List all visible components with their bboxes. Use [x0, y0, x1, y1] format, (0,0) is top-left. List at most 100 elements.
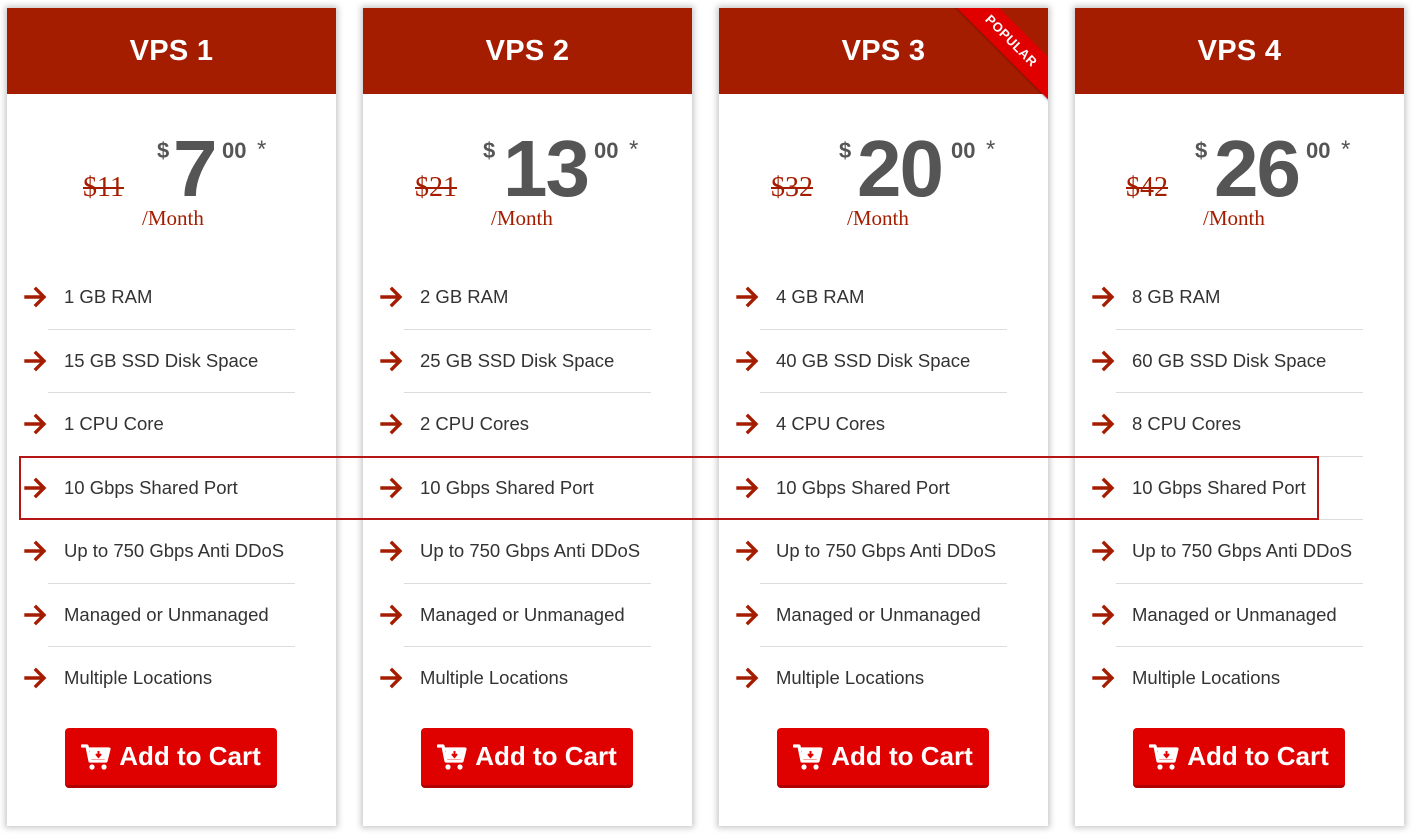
feature-label: Multiple Locations: [420, 667, 569, 688]
price-cents: 00: [1306, 138, 1331, 163]
arrow-right-icon: [736, 477, 760, 499]
price-cents: 00: [594, 138, 619, 163]
plan-card-vps-4: VPS 4 $42 $ 26 00 * /Month 8 GB RAM 60 G…: [1075, 8, 1404, 826]
feature-label: 25 GB SSD Disk Space: [420, 349, 615, 371]
feature-item: Up to 750 Gbps Anti DDoS: [719, 520, 1048, 584]
arrow-right-icon: [380, 604, 404, 626]
price-period: /Month: [491, 206, 553, 230]
old-price: $11: [83, 172, 124, 203]
plan-card-vps-2: VPS 2 $21 $ 13 00 * /Month 2 GB RAM 25 G…: [363, 8, 692, 826]
arrow-right-icon: [736, 286, 760, 308]
feature-item: Up to 750 Gbps Anti DDoS: [1075, 520, 1404, 584]
feature-item: 60 GB SSD Disk Space: [1075, 330, 1404, 393]
feature-item: 40 GB SSD Disk Space: [719, 330, 1048, 393]
price-amount: 7: [173, 124, 217, 213]
feature-item: Multiple Locations: [719, 647, 1048, 711]
feature-list: 4 GB RAM 40 GB SSD Disk Space 4 CPU Core…: [719, 266, 1048, 711]
add-to-cart-label: Add to Cart: [119, 741, 261, 771]
old-price: $42: [1126, 172, 1168, 203]
feature-item: 10 Gbps Shared Port: [1075, 457, 1404, 520]
arrow-right-icon: [24, 540, 48, 562]
feature-label: Up to 750 Gbps Anti DDoS: [420, 540, 641, 561]
plan-name: VPS 3: [841, 34, 926, 67]
add-to-cart-label: Add to Cart: [831, 741, 973, 771]
feature-label: 1 GB RAM: [64, 286, 153, 307]
price-asterisk: *: [629, 136, 639, 163]
arrow-right-icon: [736, 540, 760, 562]
price-amount: 13: [503, 124, 590, 213]
arrow-right-icon: [736, 667, 760, 689]
plan-name: VPS 1: [129, 34, 214, 67]
feature-label: 8 GB RAM: [1132, 286, 1221, 307]
feature-item: 1 GB RAM: [7, 266, 336, 330]
price-period: /Month: [847, 206, 909, 230]
feature-label: Multiple Locations: [1132, 667, 1281, 688]
feature-label: Up to 750 Gbps Anti DDoS: [776, 540, 997, 561]
feature-label: 60 GB SSD Disk Space: [1132, 349, 1327, 371]
arrow-right-icon: [736, 413, 760, 435]
arrow-right-icon: [736, 350, 760, 372]
feature-label: 10 Gbps Shared Port: [776, 476, 950, 498]
price-block: $21 $ 13 00 * /Month: [363, 94, 692, 266]
feature-item: 10 Gbps Shared Port: [719, 457, 1048, 520]
feature-label: 10 Gbps Shared Port: [64, 476, 238, 498]
plan-header: VPS 2: [363, 8, 692, 94]
add-to-cart-button[interactable]: Add to Cart: [65, 728, 277, 788]
feature-item: Multiple Locations: [7, 647, 336, 711]
add-to-cart-button[interactable]: Add to Cart: [1133, 728, 1345, 788]
cart-plus-icon: [81, 743, 111, 771]
feature-label: 15 GB SSD Disk Space: [64, 349, 259, 371]
arrow-right-icon: [24, 286, 48, 308]
price-block: $11 $ 7 00 * /Month: [7, 94, 336, 266]
feature-label: 10 Gbps Shared Port: [420, 476, 594, 498]
feature-label: Up to 750 Gbps Anti DDoS: [64, 540, 285, 561]
feature-item: 25 GB SSD Disk Space: [363, 330, 692, 393]
arrow-right-icon: [1092, 604, 1116, 626]
add-to-cart-label: Add to Cart: [1187, 741, 1329, 771]
feature-item: 1 CPU Core: [7, 393, 336, 457]
price-block: $42 $ 26 00 * /Month: [1075, 94, 1404, 266]
feature-label: 8 CPU Cores: [1132, 413, 1241, 434]
feature-label: Up to 750 Gbps Anti DDoS: [1132, 540, 1353, 561]
arrow-right-icon: [380, 540, 404, 562]
currency-symbol: $: [839, 138, 852, 163]
feature-label: Managed or Unmanaged: [776, 603, 981, 625]
price-asterisk: *: [986, 136, 996, 163]
add-to-cart-button[interactable]: Add to Cart: [421, 728, 633, 788]
old-price: $32: [771, 172, 813, 203]
arrow-right-icon: [1092, 350, 1116, 372]
feature-item: Up to 750 Gbps Anti DDoS: [363, 520, 692, 584]
feature-list: 8 GB RAM 60 GB SSD Disk Space 8 CPU Core…: [1075, 266, 1404, 711]
arrow-right-icon: [24, 604, 48, 626]
feature-item: 8 CPU Cores: [1075, 393, 1404, 457]
popular-ribbon: POPULAR: [947, 8, 1048, 105]
old-price: $21: [415, 172, 457, 203]
price-block: $32 $ 20 00 * /Month: [719, 94, 1048, 266]
feature-item: Up to 750 Gbps Anti DDoS: [7, 520, 336, 584]
arrow-right-icon: [380, 667, 404, 689]
price-asterisk: *: [1341, 136, 1351, 163]
feature-item: 15 GB SSD Disk Space: [7, 330, 336, 393]
feature-item: 4 GB RAM: [719, 266, 1048, 330]
feature-label: Managed or Unmanaged: [1132, 603, 1337, 625]
arrow-right-icon: [380, 350, 404, 372]
feature-item: Multiple Locations: [363, 647, 692, 711]
plan-name: VPS 2: [485, 34, 570, 67]
price-amount: 26: [1214, 124, 1301, 213]
feature-label: 2 CPU Cores: [420, 413, 529, 434]
add-to-cart-button[interactable]: Add to Cart: [777, 728, 989, 788]
feature-item: 4 CPU Cores: [719, 393, 1048, 457]
feature-label: Multiple Locations: [64, 667, 213, 688]
feature-list: 2 GB RAM 25 GB SSD Disk Space 2 CPU Core…: [363, 266, 692, 711]
feature-item: Managed or Unmanaged: [719, 584, 1048, 647]
cart-plus-icon: [1149, 743, 1179, 771]
arrow-right-icon: [24, 667, 48, 689]
add-to-cart-label: Add to Cart: [475, 741, 617, 771]
plan-header: VPS 3 POPULAR: [719, 8, 1048, 105]
feature-item: Multiple Locations: [1075, 647, 1404, 711]
arrow-right-icon: [380, 413, 404, 435]
feature-label: Multiple Locations: [776, 667, 925, 688]
feature-list: 1 GB RAM 15 GB SSD Disk Space 1 CPU Core…: [7, 266, 336, 711]
plan-name: VPS 4: [1197, 34, 1282, 67]
currency-symbol: $: [1195, 138, 1208, 163]
